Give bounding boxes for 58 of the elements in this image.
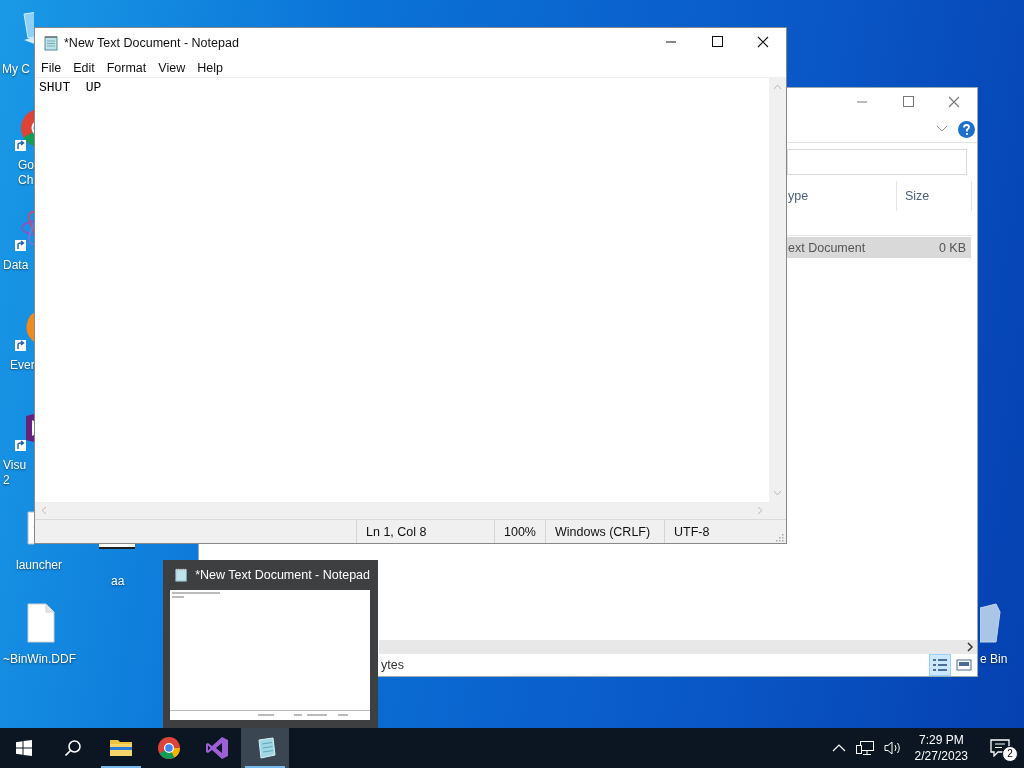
clock-time: 7:29 PM xyxy=(917,732,965,748)
icon-label: aa xyxy=(111,574,125,588)
icon-label: e Bin xyxy=(980,652,1008,666)
search-icon[interactable] xyxy=(64,739,82,757)
window-title: *New Text Document - Notepad xyxy=(64,36,239,50)
scroll-down-icon xyxy=(773,490,782,496)
status-text: Windows (CRLF) xyxy=(545,520,664,543)
icon-label: My C xyxy=(2,62,30,76)
address-field[interactable] xyxy=(787,149,967,175)
icon-label: Visu xyxy=(3,458,27,472)
menu-item[interactable]: View xyxy=(152,60,192,75)
status-text: 100% xyxy=(494,520,545,543)
scrollbar[interactable] xyxy=(35,502,769,519)
resize-grip-icon[interactable] xyxy=(773,531,785,543)
studio-icon xyxy=(205,736,229,760)
icon-label: launcher xyxy=(16,558,63,572)
network-icon[interactable] xyxy=(855,740,874,756)
volume-icon[interactable] xyxy=(883,740,902,756)
clock-date: 2/27/2023 xyxy=(914,748,968,764)
scroll-right-icon xyxy=(757,506,763,515)
browser-icon xyxy=(157,736,181,760)
menu-item[interactable]: File xyxy=(35,60,68,75)
table-cell: ext Document xyxy=(788,240,866,255)
table-cell: 0 KB xyxy=(938,240,966,255)
column-header[interactable]: Size xyxy=(897,181,972,211)
clock[interactable]: 7:29 PM 2/27/2023 xyxy=(906,732,976,764)
preview-title: *New Text Document - Notepad xyxy=(195,568,370,582)
scroll-up-icon xyxy=(773,84,782,90)
text-area[interactable]: SHUT UP xyxy=(35,78,769,502)
notepad-icon xyxy=(43,35,59,51)
scroll-left-icon xyxy=(41,506,47,515)
menu-item[interactable]: Edit xyxy=(67,60,101,75)
icon-label: 2 xyxy=(3,473,10,487)
help-icon[interactable] xyxy=(958,120,975,138)
menu-item[interactable]: Format xyxy=(100,60,153,75)
taskbar-button[interactable] xyxy=(241,728,289,768)
icon-label: Ever xyxy=(10,358,35,372)
menu-item[interactable]: Help xyxy=(191,60,229,75)
document-text: SHUT UP xyxy=(39,80,102,95)
scroll-right-icon[interactable] xyxy=(966,642,974,652)
status-text: ytes xyxy=(381,658,404,672)
file-row[interactable]: ext Document 0 KB xyxy=(787,237,971,258)
scrollbar[interactable] xyxy=(379,640,977,654)
windows-logo-icon[interactable] xyxy=(16,740,32,756)
notification-badge: 2 xyxy=(1002,746,1018,762)
icon-label: ~BinWin.DDF xyxy=(3,652,76,666)
status-text: Ln 1, Col 8 xyxy=(356,520,494,543)
details-view-icon[interactable] xyxy=(929,654,951,676)
icon-label: Ch xyxy=(18,173,34,187)
chevron-down-icon[interactable] xyxy=(936,125,948,133)
icon-label: Go xyxy=(18,158,34,172)
icon-label: Data xyxy=(3,258,29,272)
taskbar-preview[interactable]: *New Text Document - Notepad xyxy=(163,560,378,728)
bin-icon[interactable] xyxy=(980,602,1002,644)
status-text: UTF-8 xyxy=(664,520,773,543)
scrollbar[interactable] xyxy=(769,78,786,502)
chevron-up-icon[interactable] xyxy=(831,744,846,752)
notepad-icon xyxy=(174,567,189,583)
